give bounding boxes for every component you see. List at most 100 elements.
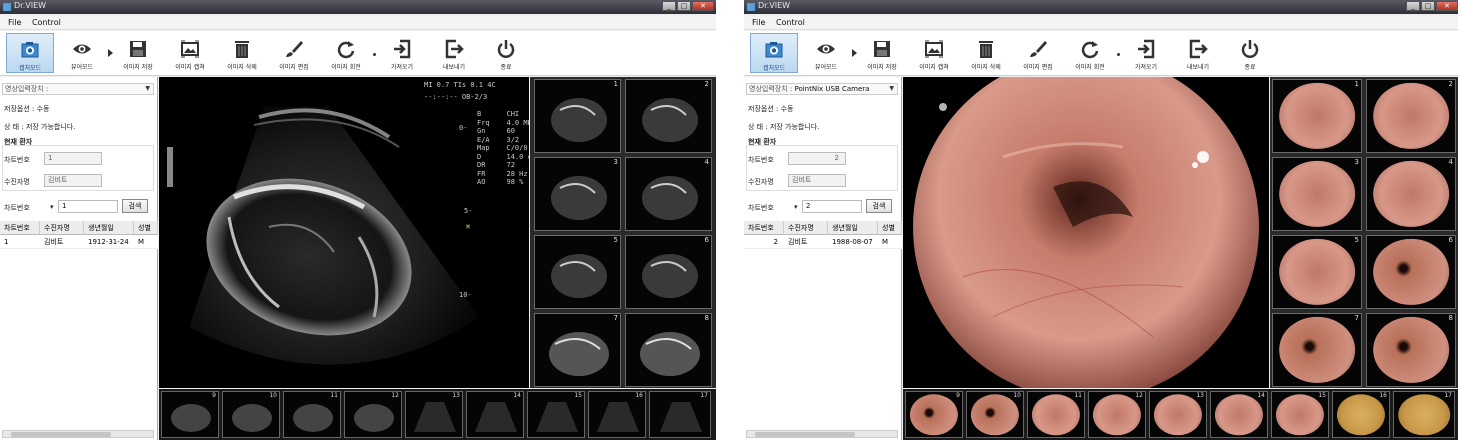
thumbnail-3[interactable]: 3	[1272, 157, 1362, 231]
strip-thumbnail-11[interactable]: 11	[1027, 391, 1085, 438]
menu-file[interactable]: File	[752, 18, 765, 27]
thumbnail-3[interactable]: 3	[534, 157, 621, 231]
strip-thumbnail-16[interactable]: 16	[588, 391, 646, 438]
thumbnail-5[interactable]: 5	[1272, 235, 1362, 309]
power-icon	[496, 39, 516, 59]
maximize-button[interactable]: □	[1421, 1, 1435, 11]
strip-thumbnail-10[interactable]: 10	[966, 391, 1024, 438]
search-chart-input[interactable]: 1	[58, 200, 118, 213]
chart-no-field[interactable]: 2	[788, 152, 846, 165]
delete-image-button[interactable]: 이미지 삭제	[218, 33, 266, 73]
search-chart-input[interactable]: 2	[802, 200, 862, 213]
delete-image-button[interactable]: 이미지 삭제	[962, 33, 1010, 73]
strip-thumbnail-16[interactable]: 16	[1332, 391, 1390, 438]
patient-name-field[interactable]: 김비트	[788, 174, 846, 187]
col-sex[interactable]: 성별	[878, 221, 902, 234]
viewer-mode-button[interactable]: 뷰어모드	[58, 33, 106, 73]
minimize-button[interactable]: _	[1406, 1, 1420, 11]
patient-table-header: 차트번호 수진자명 생년월일 성별	[0, 221, 158, 235]
horizontal-scrollbar[interactable]	[2, 430, 154, 438]
import-button[interactable]: 가져오기	[1122, 33, 1170, 73]
scroll-thumb[interactable]	[755, 432, 855, 437]
col-patient-name[interactable]: 수진자명	[784, 221, 828, 234]
strip-thumbnail-12[interactable]: 12	[344, 391, 402, 438]
depth-5-label: 5-	[464, 207, 473, 215]
scroll-thumb[interactable]	[11, 432, 111, 437]
strip-thumbnail-10[interactable]: 10	[222, 391, 280, 438]
menu-control[interactable]: Control	[776, 18, 805, 27]
thumbnail-8[interactable]: 8	[1366, 313, 1456, 387]
search-dropdown-arrow-icon[interactable]: ▾	[794, 203, 798, 211]
edit-image-button[interactable]: 이미지 편집	[270, 33, 318, 73]
col-patient-name[interactable]: 수진자명	[40, 221, 84, 234]
thumbnail-2[interactable]: 2	[1366, 79, 1456, 153]
export-button[interactable]: 내보내기	[430, 33, 478, 73]
col-chart-no[interactable]: 차트번호	[0, 221, 40, 234]
status-text: 상 태 : 저장 가능합니다.	[748, 123, 820, 131]
thumbnail-7[interactable]: 7	[1272, 313, 1362, 387]
menu-control[interactable]: Control	[32, 18, 61, 27]
thumbnail-5[interactable]: 5	[534, 235, 621, 309]
col-birthdate[interactable]: 생년월일	[828, 221, 878, 234]
capture-image-button[interactable]: 이미지 캡쳐	[166, 33, 214, 73]
maximize-button[interactable]: □	[677, 1, 691, 11]
close-button[interactable]: ✕	[1436, 1, 1458, 11]
strip-thumbnail-17[interactable]: 17	[1393, 391, 1455, 438]
strip-thumbnail-13[interactable]: 13	[1149, 391, 1207, 438]
thumbnail-7[interactable]: 7	[534, 313, 621, 387]
strip-thumbnail-13[interactable]: 13	[405, 391, 463, 438]
strip-thumbnail-17[interactable]: 17	[649, 391, 711, 438]
strip-thumbnail-9[interactable]: 9	[161, 391, 219, 438]
exit-button[interactable]: 종료	[1226, 33, 1274, 73]
strip-thumbnail-15[interactable]: 15	[1271, 391, 1329, 438]
save-image-button[interactable]: 이미지 저장	[858, 33, 906, 73]
thumbnail-4[interactable]: 4	[1366, 157, 1456, 231]
patient-name-field[interactable]: 김비트	[44, 174, 102, 187]
search-dropdown-arrow-icon[interactable]: ▾	[50, 203, 54, 211]
strip-thumbnail-14[interactable]: 14	[466, 391, 524, 438]
patient-name-label: 수진자명	[4, 178, 30, 186]
strip-thumbnail-12[interactable]: 12	[1088, 391, 1146, 438]
table-row[interactable]: 1 김비트 1912-31-24 M	[0, 235, 158, 249]
capture-mode-button[interactable]: 캡처모드	[6, 33, 54, 73]
strip-thumbnail-15[interactable]: 15	[527, 391, 585, 438]
chart-no-field[interactable]: 1	[44, 152, 102, 165]
capture-mode-button[interactable]: 캡처모드	[750, 33, 798, 73]
thumbnail-1[interactable]: 1	[534, 79, 621, 153]
rotate-image-button[interactable]: 이미지 회전	[1066, 33, 1114, 73]
viewer-mode-button[interactable]: 뷰어모드	[802, 33, 850, 73]
exit-button[interactable]: 종료	[482, 33, 530, 73]
close-button[interactable]: ✕	[692, 1, 714, 11]
rotate-image-button[interactable]: 이미지 회전	[322, 33, 370, 73]
col-chart-no[interactable]: 차트번호	[744, 221, 784, 234]
thumbnail-4[interactable]: 4	[625, 157, 712, 231]
col-sex[interactable]: 성별	[134, 221, 158, 234]
capture-image-button[interactable]: 이미지 캡쳐	[910, 33, 958, 73]
ultrasound-image	[167, 107, 479, 365]
thumbnail-2[interactable]: 2	[625, 79, 712, 153]
input-device-select[interactable]: 영상입력장치 : ▼	[2, 83, 154, 95]
thumbnail-8[interactable]: 8	[625, 313, 712, 387]
col-birthdate[interactable]: 생년월일	[84, 221, 134, 234]
edit-image-button[interactable]: 이미지 편집	[1014, 33, 1062, 73]
thumbnail-6[interactable]: 6	[625, 235, 712, 309]
search-button[interactable]: 검색	[122, 199, 148, 213]
save-image-button[interactable]: 이미지 저장	[114, 33, 162, 73]
table-row[interactable]: 2 김비트 1988-08-07 M	[744, 235, 902, 249]
trash-icon	[976, 39, 996, 59]
main-image-viewer[interactable]	[903, 77, 1269, 388]
strip-thumbnail-14[interactable]: 14	[1210, 391, 1268, 438]
input-device-select[interactable]: 영상입력장치 : PointNix USB Camera ▼	[746, 83, 898, 95]
save-option-text: 저장옵션 : 수동	[4, 105, 50, 113]
horizontal-scrollbar[interactable]	[746, 430, 898, 438]
strip-thumbnail-9[interactable]: 9	[905, 391, 963, 438]
import-button[interactable]: 가져오기	[378, 33, 426, 73]
thumbnail-6[interactable]: 6	[1366, 235, 1456, 309]
menu-file[interactable]: File	[8, 18, 21, 27]
main-image-viewer[interactable]: MI 0.7 TIs 0.1 4C --:--:-- OB-2/3 B CHI …	[159, 77, 529, 388]
strip-thumbnail-11[interactable]: 11	[283, 391, 341, 438]
minimize-button[interactable]: _	[662, 1, 676, 11]
search-button[interactable]: 검색	[866, 199, 892, 213]
export-button[interactable]: 내보내기	[1174, 33, 1222, 73]
thumbnail-1[interactable]: 1	[1272, 79, 1362, 153]
